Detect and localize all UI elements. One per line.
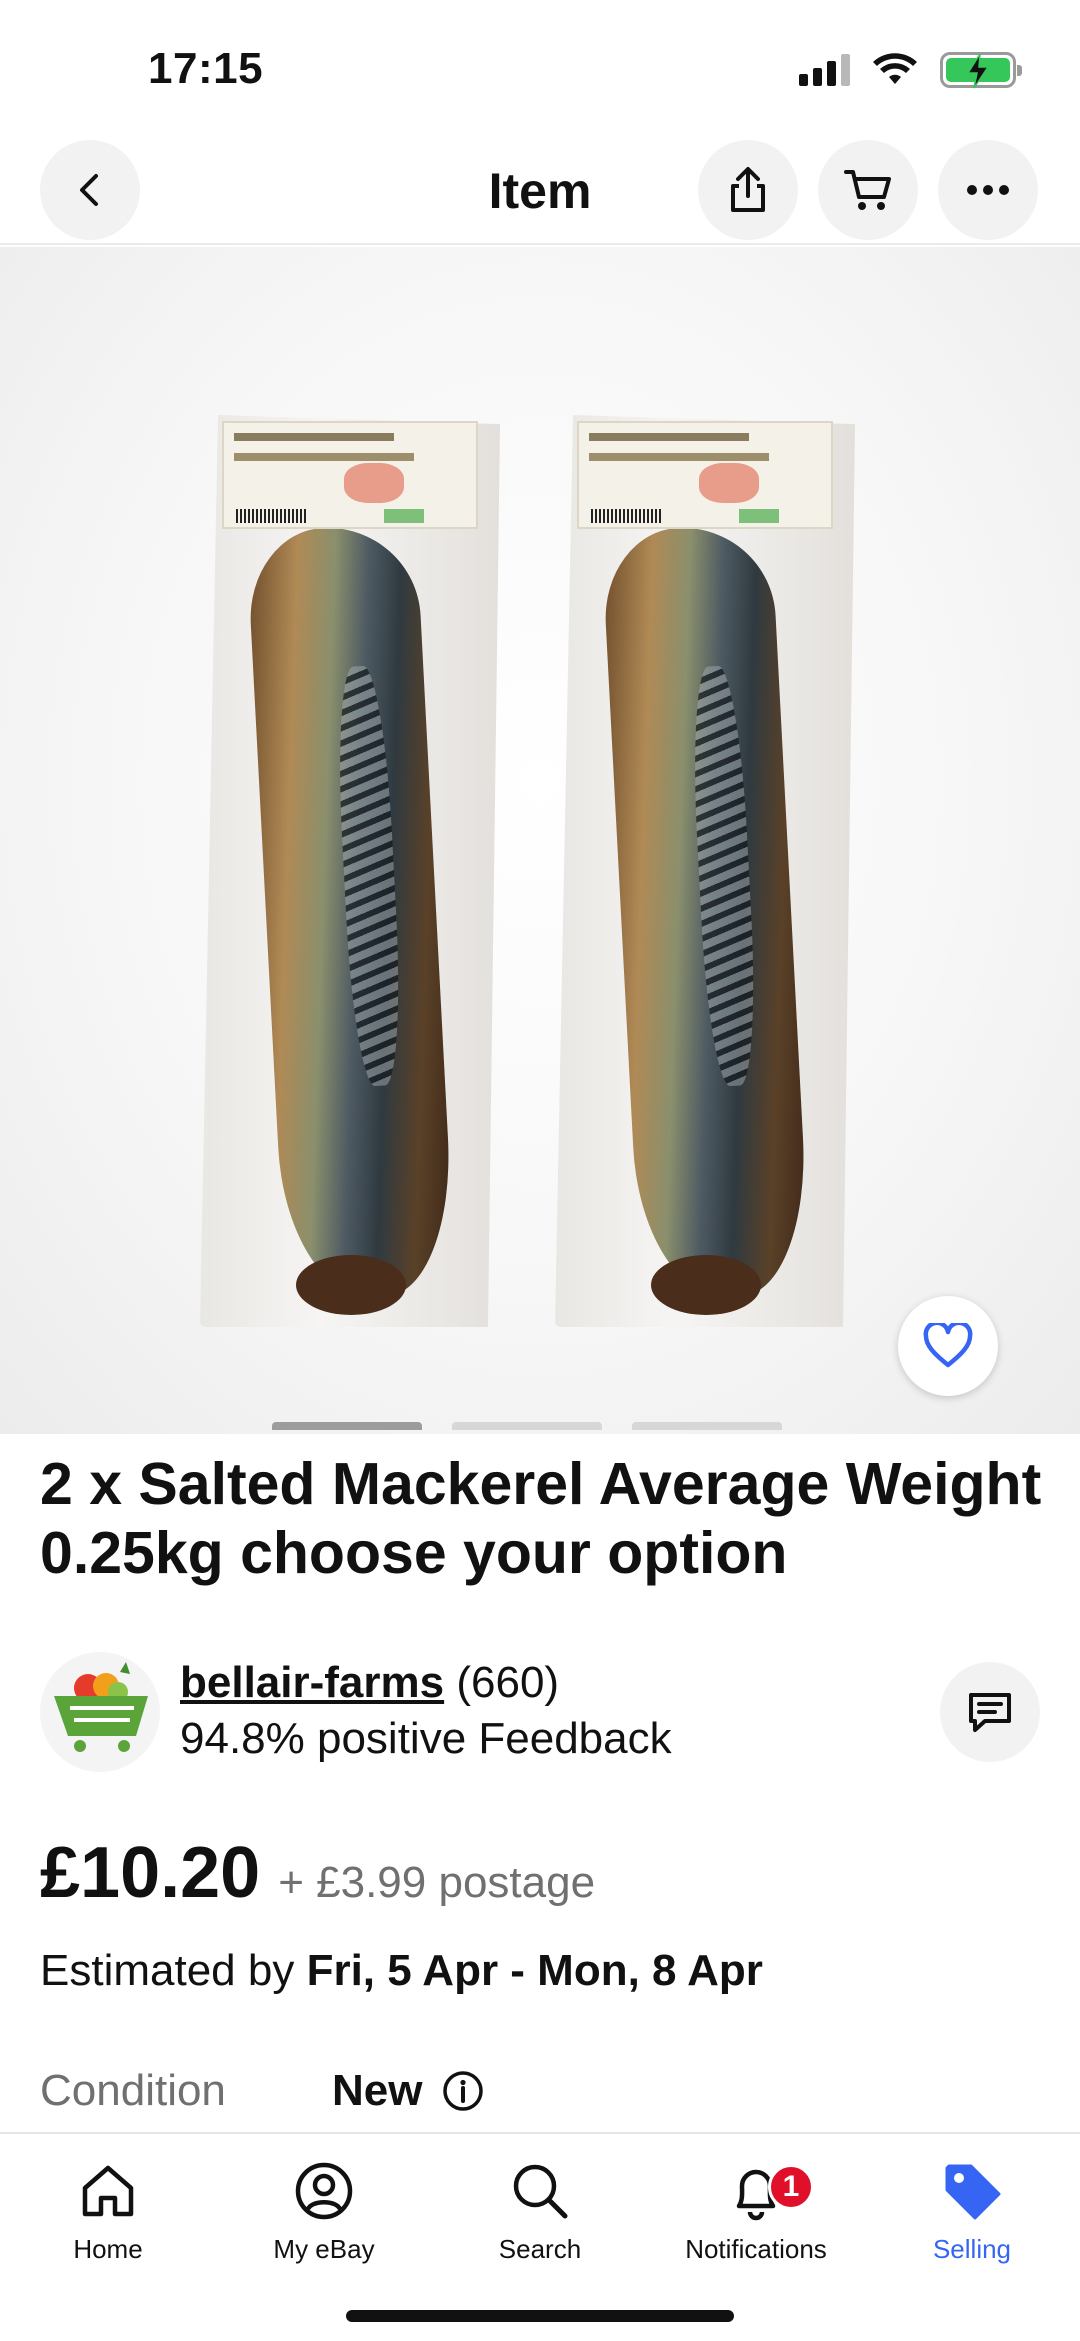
tab-search[interactable]: Search: [432, 2156, 648, 2265]
condition-label: Condition: [40, 2066, 226, 2115]
tab-label: My eBay: [273, 2234, 375, 2264]
tab-label: Notifications: [685, 2234, 827, 2264]
share-icon: [731, 167, 765, 212]
message-icon: [969, 1693, 1011, 1732]
search-icon: [513, 2164, 568, 2219]
item-title: 2 x Salted Mackerel Average Weight 0.25k…: [40, 1451, 1042, 1586]
tab-label: Search: [498, 2234, 582, 2264]
gallery-dot[interactable]: [452, 1422, 602, 1430]
status-bar: 17:15: [0, 0, 1080, 140]
heart-icon: [923, 1323, 973, 1368]
cart-button[interactable]: [818, 140, 918, 240]
postage-cost: + £3.99 postage: [278, 1858, 596, 1907]
product-photo-pack-2: [555, 415, 855, 1327]
delivery-estimate-prefix: Estimated by: [40, 1946, 307, 1995]
home-icon: [82, 2165, 134, 2217]
user-icon: [295, 2162, 353, 2220]
condition-row: Condition New: [40, 2066, 484, 2116]
seller-feedback-percent: 94.8% positive Feedback: [180, 1714, 672, 1763]
seller-avatar[interactable]: [40, 1652, 160, 1772]
contact-seller-button[interactable]: [940, 1662, 1040, 1762]
item-price: £10.20: [40, 1833, 261, 1913]
tab-home[interactable]: Home: [0, 2156, 216, 2265]
status-time: 17:15: [148, 44, 264, 93]
notification-badge: 1: [768, 2164, 814, 2210]
condition-value: New: [332, 2066, 423, 2115]
more-options-button[interactable]: [938, 140, 1038, 240]
page-title: Item: [488, 163, 592, 219]
wifi-icon: [873, 53, 917, 84]
gallery-dot[interactable]: [272, 1422, 422, 1430]
tab-my-ebay[interactable]: My eBay: [216, 2156, 432, 2265]
gallery-pagination: [272, 1422, 782, 1430]
delivery-estimate-dates: Fri, 5 Apr - Mon, 8 Apr: [306, 1946, 763, 1995]
gallery-dot[interactable]: [632, 1422, 782, 1430]
watch-button[interactable]: [898, 1296, 998, 1396]
tab-label: Home: [73, 2234, 143, 2264]
info-icon[interactable]: [442, 2070, 484, 2112]
delivery-estimate: Estimated by Fri, 5 Apr - Mon, 8 Apr: [40, 1946, 763, 1996]
tab-label: Selling: [932, 2234, 1012, 2264]
seller-logo-icon: [54, 1662, 148, 1752]
signal-icon: [799, 54, 850, 86]
seller-info: bellair-farms (660) 94.8% positive Feedb…: [40, 1652, 1040, 1772]
tab-selling[interactable]: Selling: [864, 2156, 1080, 2265]
battery-icon: [940, 52, 1022, 89]
nav-header: Item: [0, 140, 1080, 245]
product-image-gallery[interactable]: [0, 247, 1080, 1434]
more-icon: [967, 185, 1009, 195]
seller-name-link[interactable]: bellair-farms: [180, 1658, 444, 1707]
seller-feedback-count: (660): [456, 1658, 560, 1707]
tag-icon: [945, 2164, 1001, 2220]
status-icons: [799, 52, 1022, 89]
price-row: £10.20 + £3.99 postage: [40, 1832, 595, 1914]
tab-notifications[interactable]: 1 Notifications: [648, 2156, 864, 2265]
share-button[interactable]: [698, 140, 798, 240]
cart-icon: [844, 170, 891, 210]
product-photo-pack-1: [200, 415, 500, 1327]
home-indicator: [346, 2310, 734, 2322]
